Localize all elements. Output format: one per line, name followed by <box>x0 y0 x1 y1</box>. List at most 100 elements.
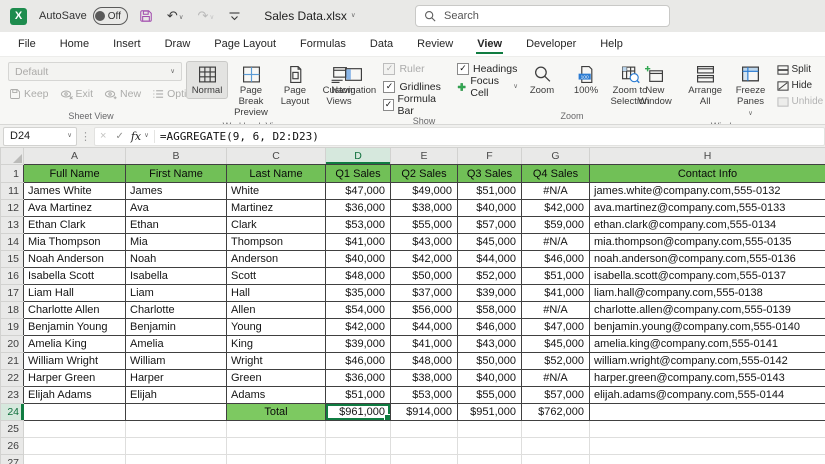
page-break-preview-button[interactable]: Page Break Preview <box>230 61 272 121</box>
column-header-F[interactable]: F <box>457 147 522 165</box>
row-header-1[interactable]: 1 <box>0 164 24 183</box>
focus-cell-button[interactable]: Focus Cell ∨ <box>457 75 518 99</box>
cell-A13[interactable]: Ethan Clark <box>23 216 126 234</box>
column-header-B[interactable]: B <box>125 147 227 165</box>
arrange-all-button[interactable]: Arrange All <box>683 61 728 110</box>
zoom-button[interactable]: Zoom <box>521 61 563 99</box>
cell-F16[interactable]: $52,000 <box>457 267 522 285</box>
hide-button[interactable]: Hide <box>776 78 824 93</box>
cell-F21[interactable]: $50,000 <box>457 352 522 370</box>
cell-E19[interactable]: $44,000 <box>390 318 458 336</box>
tab-view[interactable]: View <box>465 32 514 56</box>
formula-bar-checkbox[interactable]: Formula Bar <box>383 93 444 117</box>
tab-insert[interactable]: Insert <box>101 32 153 56</box>
cell-H13[interactable]: ethan.clark@company.com,555-0134 <box>589 216 825 234</box>
row-header-16[interactable]: 16 <box>0 267 24 285</box>
cell-D19[interactable]: $42,000 <box>325 318 391 336</box>
cell-E16[interactable]: $50,000 <box>390 267 458 285</box>
tab-page-layout[interactable]: Page Layout <box>202 32 288 56</box>
cell-F12[interactable]: $40,000 <box>457 199 522 217</box>
cell-H21[interactable]: william.wright@company.com,555-0142 <box>589 352 825 370</box>
cell-D18[interactable]: $54,000 <box>325 301 391 319</box>
cell-F11[interactable]: $51,000 <box>457 182 522 200</box>
fill-handle[interactable] <box>384 414 390 420</box>
row-header-12[interactable]: 12 <box>0 199 24 217</box>
row-header-14[interactable]: 14 <box>0 233 24 251</box>
cell-E15[interactable]: $42,000 <box>390 250 458 268</box>
search-box[interactable] <box>415 5 670 27</box>
cell-B1[interactable]: First Name <box>125 164 227 183</box>
row-header-15[interactable]: 15 <box>0 250 24 268</box>
enter-entry-icon[interactable]: ✓ <box>111 131 127 142</box>
cell-C23[interactable]: Adams <box>226 386 326 404</box>
formula-input[interactable]: =AGGREGATE(9, 6, D2:D23) <box>160 130 319 143</box>
column-header-C[interactable]: C <box>226 147 326 165</box>
cell-D24[interactable]: $961,000 <box>325 403 391 421</box>
cell-E17[interactable]: $37,000 <box>390 284 458 302</box>
cell-B19[interactable]: Benjamin <box>125 318 227 336</box>
cell-F15[interactable]: $44,000 <box>457 250 522 268</box>
cell-H14[interactable]: mia.thompson@company.com,555-0135 <box>589 233 825 251</box>
cell-B23[interactable]: Elijah <box>125 386 227 404</box>
cell-C14[interactable]: Thompson <box>226 233 326 251</box>
gridlines-checkbox[interactable]: Gridlines <box>383 80 444 94</box>
zoom-100-button[interactable]: 100 100% <box>565 61 607 99</box>
cell-F26[interactable] <box>457 437 522 455</box>
cell-D17[interactable]: $35,000 <box>325 284 391 302</box>
cell-B27[interactable] <box>125 454 227 464</box>
cell-C24[interactable]: Total <box>226 403 326 421</box>
row-header-18[interactable]: 18 <box>0 301 24 319</box>
cell-C27[interactable] <box>226 454 326 464</box>
row-header-22[interactable]: 22 <box>0 369 24 387</box>
cell-H20[interactable]: amelia.king@company.com,555-0141 <box>589 335 825 353</box>
cell-A27[interactable] <box>23 454 126 464</box>
cell-A16[interactable]: Isabella Scott <box>23 267 126 285</box>
cell-D25[interactable] <box>325 420 391 438</box>
name-box[interactable]: D24 ∨ <box>3 126 77 146</box>
cell-D26[interactable] <box>325 437 391 455</box>
cell-F17[interactable]: $39,000 <box>457 284 522 302</box>
cell-A21[interactable]: William Wright <box>23 352 126 370</box>
cell-F20[interactable]: $43,000 <box>457 335 522 353</box>
cell-G12[interactable]: $42,000 <box>521 199 590 217</box>
cell-E22[interactable]: $38,000 <box>390 369 458 387</box>
column-header-A[interactable]: A <box>23 147 126 165</box>
cell-H24[interactable] <box>589 403 825 421</box>
cell-D11[interactable]: $47,000 <box>325 182 391 200</box>
search-input[interactable] <box>442 9 636 23</box>
split-button[interactable]: Split <box>776 62 824 77</box>
cell-C20[interactable]: King <box>226 335 326 353</box>
cell-C11[interactable]: White <box>226 182 326 200</box>
cell-B18[interactable]: Charlotte <box>125 301 227 319</box>
cell-G14[interactable]: #N/A <box>521 233 590 251</box>
cell-A15[interactable]: Noah Anderson <box>23 250 126 268</box>
cell-D13[interactable]: $53,000 <box>325 216 391 234</box>
cell-F13[interactable]: $57,000 <box>457 216 522 234</box>
cell-B25[interactable] <box>125 420 227 438</box>
row-header-27[interactable]: 27 <box>0 454 24 464</box>
cell-H22[interactable]: harper.green@company.com,555-0143 <box>589 369 825 387</box>
cell-D15[interactable]: $40,000 <box>325 250 391 268</box>
cell-D14[interactable]: $41,000 <box>325 233 391 251</box>
document-title[interactable]: Sales Data.xlsx ∨ <box>264 9 355 23</box>
cell-D20[interactable]: $39,000 <box>325 335 391 353</box>
cell-F24[interactable]: $951,000 <box>457 403 522 421</box>
cell-E25[interactable] <box>390 420 458 438</box>
new-window-button[interactable]: New Window <box>629 61 681 110</box>
cell-C25[interactable] <box>226 420 326 438</box>
cell-B11[interactable]: James <box>125 182 227 200</box>
cell-D21[interactable]: $46,000 <box>325 352 391 370</box>
row-header-25[interactable]: 25 <box>0 420 24 438</box>
cell-E11[interactable]: $49,000 <box>390 182 458 200</box>
tab-formulas[interactable]: Formulas <box>288 32 358 56</box>
tab-draw[interactable]: Draw <box>153 32 203 56</box>
cell-D27[interactable] <box>325 454 391 464</box>
row-header-11[interactable]: 11 <box>0 182 24 200</box>
cell-A26[interactable] <box>23 437 126 455</box>
navigation-button[interactable]: Navigation <box>331 61 376 99</box>
cell-E12[interactable]: $38,000 <box>390 199 458 217</box>
autosave-toggle[interactable]: Off <box>92 7 128 25</box>
cell-A11[interactable]: James White <box>23 182 126 200</box>
cell-H15[interactable]: noah.anderson@company.com,555-0136 <box>589 250 825 268</box>
cell-D1[interactable]: Q1 Sales <box>325 164 391 183</box>
